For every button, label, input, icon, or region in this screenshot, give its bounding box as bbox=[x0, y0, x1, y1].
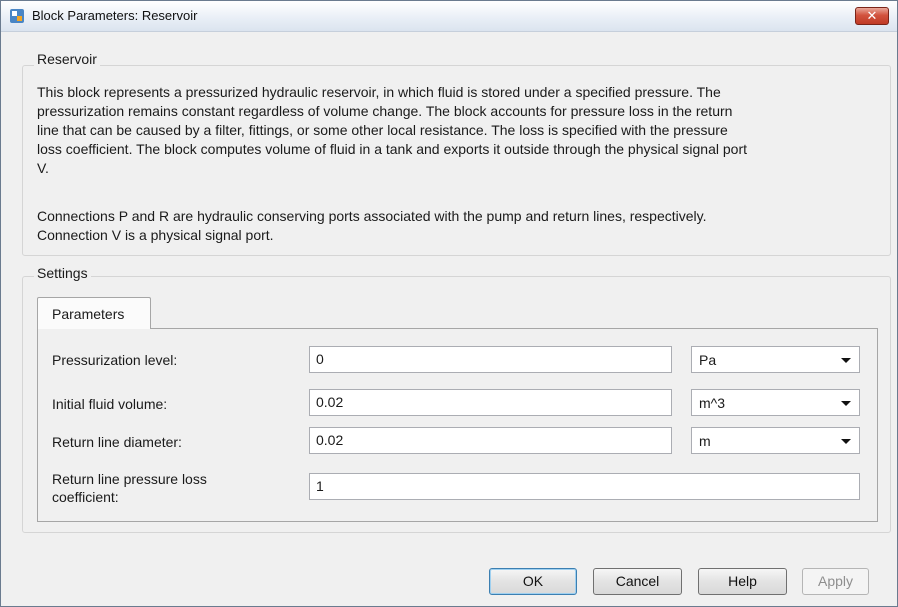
description-line: V. bbox=[37, 160, 49, 176]
return-line-diameter-input[interactable]: 0.02 bbox=[309, 427, 672, 454]
description-line: pressurization remains constant regardle… bbox=[37, 103, 733, 119]
pressurization-level-input[interactable]: 0 bbox=[309, 346, 672, 373]
window-title: Block Parameters: Reservoir bbox=[32, 8, 198, 23]
chevron-down-icon bbox=[841, 439, 851, 444]
pressure-loss-label-line: coefficient: bbox=[52, 489, 119, 505]
selected-unit: Pa bbox=[699, 352, 717, 368]
description-group-label: Reservoir bbox=[34, 51, 100, 67]
simulink-block-icon bbox=[10, 9, 24, 23]
description-line: loss coefficient. The block computes vol… bbox=[37, 141, 747, 157]
tab-parameters-label: Parameters bbox=[52, 306, 125, 322]
description-paragraph-1: This block represents a pressurized hydr… bbox=[37, 83, 747, 178]
cancel-button[interactable]: Cancel bbox=[593, 568, 682, 595]
chevron-down-icon bbox=[841, 401, 851, 406]
description-line: This block represents a pressurized hydr… bbox=[37, 84, 721, 100]
pressure-loss-coefficient-label: Return line pressure loss coefficient: bbox=[52, 470, 207, 506]
chevron-down-icon bbox=[841, 358, 851, 363]
tab-parameters[interactable]: Parameters bbox=[37, 297, 151, 329]
description-paragraph-2: Connections P and R are hydraulic conser… bbox=[37, 207, 707, 245]
pressurization-level-unit-select[interactable]: Pa bbox=[691, 346, 860, 373]
dialog-window: Block Parameters: Reservoir ✕ Reservoir … bbox=[0, 0, 898, 607]
return-line-diameter-label: Return line diameter: bbox=[52, 434, 182, 450]
description-line: Connection V is a physical signal port. bbox=[37, 227, 274, 243]
close-icon: ✕ bbox=[866, 8, 878, 23]
settings-group-label: Settings bbox=[34, 265, 91, 281]
pressurization-level-label: Pressurization level: bbox=[52, 352, 178, 368]
description-line: line that can be caused by a filter, fit… bbox=[37, 122, 728, 138]
help-button[interactable]: Help bbox=[698, 568, 787, 595]
description-line: Connections P and R are hydraulic conser… bbox=[37, 208, 707, 224]
pressure-loss-coefficient-input[interactable]: 1 bbox=[309, 473, 860, 500]
selected-unit: m^3 bbox=[699, 395, 726, 411]
initial-fluid-volume-label: Initial fluid volume: bbox=[52, 396, 168, 412]
selected-unit: m bbox=[699, 433, 711, 449]
apply-button[interactable]: Apply bbox=[802, 568, 869, 595]
initial-fluid-volume-unit-select[interactable]: m^3 bbox=[691, 389, 860, 416]
initial-fluid-volume-input[interactable]: 0.02 bbox=[309, 389, 672, 416]
title-bar[interactable]: Block Parameters: Reservoir ✕ bbox=[1, 1, 897, 32]
return-line-diameter-unit-select[interactable]: m bbox=[691, 427, 860, 454]
close-button[interactable]: ✕ bbox=[855, 7, 889, 25]
pressure-loss-label-line: Return line pressure loss bbox=[52, 471, 207, 487]
ok-button[interactable]: OK bbox=[489, 568, 577, 595]
